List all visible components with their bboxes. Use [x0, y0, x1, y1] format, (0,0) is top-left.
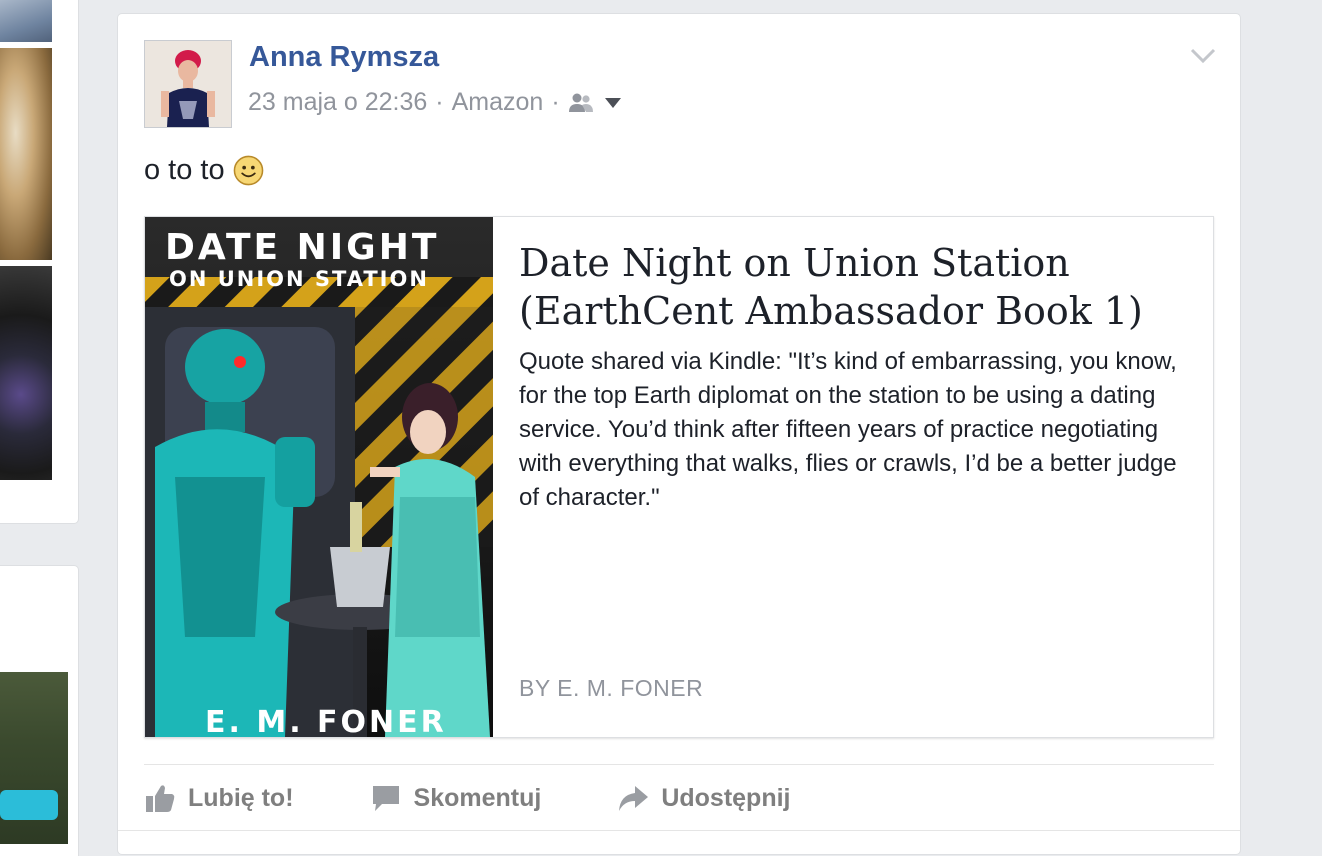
app-link[interactable]: Amazon: [452, 88, 544, 117]
comment-label: Skomentuj: [413, 783, 542, 812]
photo-thumbnail[interactable]: [0, 266, 52, 480]
left-photo-card: [0, 0, 78, 523]
photo-thumbnail[interactable]: [0, 48, 52, 260]
post-actions: Lubię to! Skomentuj Udostępnij: [144, 782, 867, 814]
caret-down-icon: [604, 97, 621, 108]
thumbs-up-icon: [146, 785, 175, 812]
meta-separator: ·: [551, 88, 560, 116]
avatar[interactable]: [144, 40, 232, 128]
share-arrow-icon: [619, 786, 649, 811]
action-divider: [144, 764, 1214, 765]
post-timestamp[interactable]: 23 maja o 22:36: [248, 88, 427, 117]
link-byline: BY E. M. FONER: [519, 675, 704, 701]
link-description: Quote shared via Kindle: "It’s kind of e…: [519, 348, 1177, 511]
post-meta: 23 maja o 22:36 · Amazon ·: [248, 88, 622, 117]
share-label: Udostępnij: [661, 783, 791, 812]
share-button[interactable]: Udostępnij: [617, 782, 791, 814]
comment-button[interactable]: Skomentuj: [370, 782, 542, 814]
post-text: o to to: [144, 154, 225, 186]
photo-detail: [0, 790, 58, 820]
link-title[interactable]: Date Night on Union Station (EarthCent A…: [519, 239, 1179, 335]
post-message: o to to: [144, 154, 264, 187]
cover-subtitle: ON UNION STATION: [169, 267, 429, 291]
like-button[interactable]: Lubię to!: [144, 782, 294, 814]
feed-post: Anna Rymsza 23 maja o 22:36 · Amazon · o…: [118, 14, 1240, 854]
like-label: Lubię to!: [188, 783, 294, 812]
author-name[interactable]: Anna Rymsza: [249, 41, 439, 74]
cover-title: DATE NIGHT: [165, 227, 440, 268]
chevron-down-icon[interactable]: [1190, 46, 1216, 66]
post-footer-divider: [118, 830, 1240, 831]
cover-author: E. M. FONER: [205, 705, 447, 737]
meta-separator: ·: [435, 88, 444, 116]
smiley-icon: [233, 155, 263, 186]
photo-thumbnail[interactable]: [0, 0, 52, 42]
link-attachment[interactable]: DATE NIGHT ON UNION STATION E. M. FONER …: [144, 216, 1214, 738]
friends-icon[interactable]: [568, 92, 622, 114]
avatar-image: [145, 41, 231, 127]
book-cover-image: DATE NIGHT ON UNION STATION E. M. FONER: [145, 217, 493, 737]
comment-icon: [372, 786, 399, 811]
